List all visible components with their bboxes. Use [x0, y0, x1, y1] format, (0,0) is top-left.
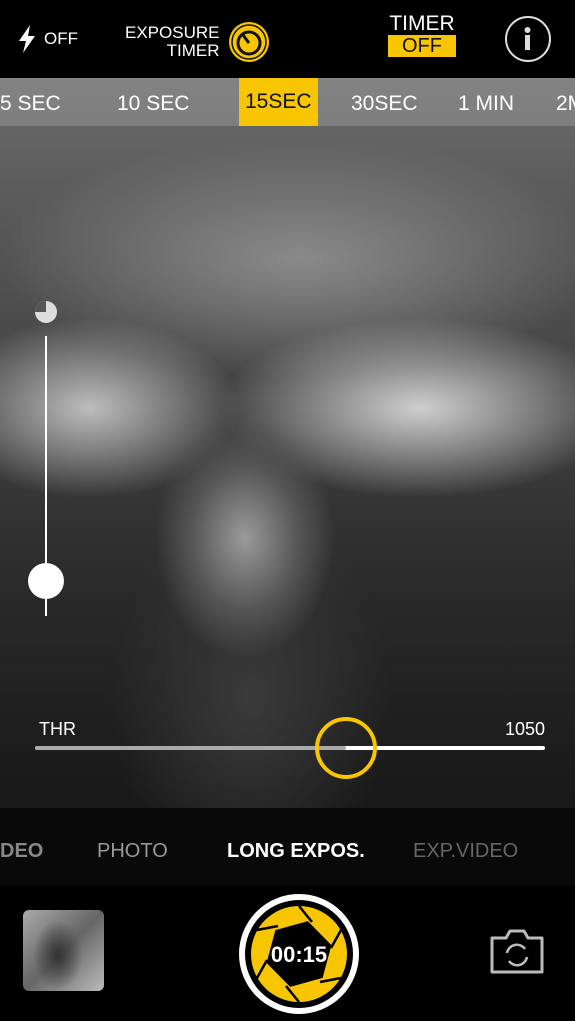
threshold-slider[interactable]: THR 1050: [35, 715, 545, 785]
timer-value: OFF: [388, 35, 456, 57]
mode-photo[interactable]: PHOTO: [97, 840, 168, 863]
switch-camera-button[interactable]: [488, 926, 546, 976]
duration-30sec[interactable]: 30SEC: [351, 92, 418, 116]
bottom-controls: 00:15: [0, 886, 575, 1021]
lightning-icon: [19, 25, 35, 53]
flash-toggle[interactable]: OFF: [16, 24, 78, 54]
mode-selector[interactable]: DEO PHOTO LONG EXPOS. EXP.VIDEO: [0, 808, 575, 886]
exposure-vertical-slider[interactable]: [28, 300, 64, 620]
exposure-timer-label: EXPOSURE: [125, 23, 220, 42]
exposure-icon: [35, 301, 57, 323]
exposure-slider-knob[interactable]: [28, 563, 64, 600]
gallery-thumbnail[interactable]: [23, 910, 104, 991]
info-button[interactable]: [505, 16, 551, 62]
timer-toggle[interactable]: TIMER OFF: [384, 13, 460, 57]
camera-viewfinder[interactable]: [0, 78, 575, 808]
mode-video[interactable]: DEO: [0, 840, 43, 863]
duration-2min[interactable]: 2M: [556, 92, 575, 116]
threshold-label: THR: [39, 719, 76, 739]
stopwatch-icon: [229, 22, 270, 62]
shutter-button[interactable]: 00:15: [239, 894, 359, 1014]
duration-selector[interactable]: 5 SEC 10 SEC 15SEC 30SEC 1 MIN 2M: [0, 78, 575, 126]
duration-1min[interactable]: 1 MIN: [458, 92, 514, 116]
timer-label: TIMER: [389, 12, 455, 35]
duration-10sec[interactable]: 10 SEC: [117, 92, 189, 116]
camera-switch-icon: [490, 929, 544, 974]
duration-5sec[interactable]: 5 SEC: [0, 92, 61, 116]
duration-15sec[interactable]: 15SEC: [239, 78, 318, 126]
info-icon: [524, 27, 531, 50]
mode-exp-video[interactable]: EXP.VIDEO: [413, 840, 518, 863]
flash-label: OFF: [44, 29, 78, 48]
top-toolbar: OFF EXPOSURE TIMER TIMER OFF: [0, 0, 575, 78]
threshold-slider-knob[interactable]: [315, 717, 378, 779]
shutter-timer-text: 00:15: [270, 942, 328, 967]
exposure-timer-button[interactable]: EXPOSURE TIMER: [125, 20, 271, 64]
threshold-value: 1050: [504, 719, 545, 739]
exposure-timer-label-2: TIMER: [166, 41, 220, 60]
mode-long-exposure[interactable]: LONG EXPOS.: [227, 840, 365, 863]
